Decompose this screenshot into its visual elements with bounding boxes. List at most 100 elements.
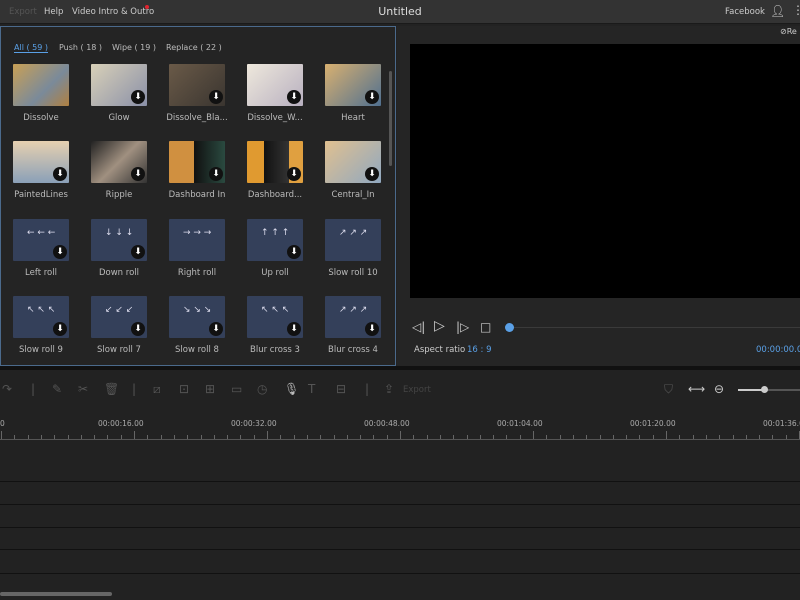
play-icon[interactable]: ▷ [434, 318, 445, 334]
download-icon[interactable]: ⬇ [287, 322, 301, 336]
download-icon[interactable]: ⬇ [131, 90, 145, 104]
arrow-icon: ↗ ↗ ↗ [339, 305, 368, 315]
download-icon[interactable]: ⬇ [287, 245, 301, 259]
transition-thumbnail: ⬇ [325, 141, 381, 183]
transition-item[interactable]: ↗ ↗ ↗ Slow roll 10 [325, 219, 381, 278]
export-button[interactable]: Export [403, 385, 431, 395]
playback-progress[interactable] [509, 327, 800, 328]
edit-icon[interactable]: ✎ [52, 382, 62, 396]
download-icon[interactable]: ⬇ [209, 322, 223, 336]
playhead-knob[interactable] [505, 323, 514, 332]
download-icon[interactable]: ⬇ [365, 90, 379, 104]
speech-to-text-icon[interactable]: ⊟ [336, 382, 346, 396]
transition-label: Down roll [98, 268, 140, 278]
download-icon[interactable]: ⬇ [53, 167, 67, 181]
mosaic-icon[interactable]: ⊞ [205, 382, 215, 396]
download-icon[interactable]: ⬇ [131, 322, 145, 336]
duration-icon[interactable]: ◷ [257, 382, 267, 396]
transition-item[interactable]: ↗ ↗ ↗ ⬇ Blur cross 4 [325, 296, 381, 355]
render-button[interactable]: ⊘Re [780, 27, 797, 36]
download-icon[interactable]: ⬇ [287, 90, 301, 104]
download-icon[interactable]: ⬇ [53, 322, 67, 336]
transition-item[interactable]: ⬇ Heart [325, 64, 381, 123]
more-icon[interactable]: ⋮ [792, 3, 800, 17]
download-icon[interactable]: ⬇ [365, 322, 379, 336]
transition-item[interactable]: ⬇ Dissolve_W... [247, 64, 303, 123]
transition-item[interactable]: ← ← ← ⬇ Left roll [13, 219, 69, 278]
download-icon[interactable]: ⬇ [209, 167, 223, 181]
next-frame-icon[interactable]: |▷ [456, 320, 469, 334]
transition-label: Dashboard... [247, 190, 303, 200]
freeze-frame-icon[interactable]: ▭ [231, 382, 242, 396]
text-to-speech-icon[interactable]: T [308, 382, 315, 396]
panel-scrollbar[interactable] [389, 71, 392, 166]
zoom-out-icon[interactable]: ⊖ [714, 382, 724, 396]
transition-thumbnail [13, 64, 69, 106]
redo-icon[interactable]: ↷ [2, 382, 12, 396]
ruler-tick [134, 431, 135, 439]
transition-thumbnail: ⬇ [91, 141, 147, 183]
transition-label: Slow roll 9 [19, 345, 63, 355]
microphone-icon[interactable]: 🎙︎ [284, 382, 299, 396]
download-icon[interactable]: ⬇ [131, 167, 145, 181]
transition-item[interactable]: ↙ ↙ ↙ ⬇ Slow roll 7 [91, 296, 147, 355]
transition-item[interactable]: ⬇ Dashboard... [247, 141, 303, 200]
transition-label: Ripple [105, 190, 133, 200]
transition-thumbnail: ↗ ↗ ↗ ⬇ [325, 296, 381, 338]
transition-thumbnail: ↓ ↓ ↓ ⬇ [91, 219, 147, 261]
download-icon[interactable]: ⬇ [131, 245, 145, 259]
ruler-tick [400, 431, 401, 439]
tab-wipe[interactable]: Wipe ( 19 ) [112, 43, 156, 52]
delete-icon[interactable]: 🗑︎ [104, 382, 119, 396]
transition-label: Dissolve_W... [247, 113, 303, 123]
ruler-label: 0 [0, 419, 5, 428]
zoom-slider-handle[interactable] [761, 386, 768, 393]
transition-label: Glow [108, 113, 130, 123]
user-icon[interactable]: 👤︎ [770, 4, 785, 18]
facebook-link[interactable]: Facebook [725, 7, 765, 17]
transition-item[interactable]: ↓ ↓ ↓ ⬇ Down roll [91, 219, 147, 278]
transition-item[interactable]: ↘ ↘ ↘ ⬇ Slow roll 8 [169, 296, 225, 355]
tab-replace[interactable]: Replace ( 22 ) [166, 43, 222, 52]
transition-item[interactable]: ⬇ Glow [91, 64, 147, 123]
crop-icon[interactable]: ⧄ [153, 382, 161, 397]
transition-item[interactable]: → → → Right roll [169, 219, 225, 278]
panel-divider[interactable] [0, 366, 800, 370]
transition-item[interactable]: ⬇ PaintedLines [13, 141, 69, 200]
stop-icon[interactable]: □ [480, 320, 491, 334]
download-icon[interactable]: ⬇ [53, 245, 67, 259]
transition-thumbnail: ← ← ← ⬇ [13, 219, 69, 261]
cut-icon[interactable]: ✂ [78, 382, 88, 396]
transition-item[interactable]: ↖ ↖ ↖ ⬇ Slow roll 9 [13, 296, 69, 355]
download-icon[interactable]: ⬇ [287, 167, 301, 181]
separator: | [365, 382, 370, 396]
download-icon[interactable]: ⬇ [365, 167, 379, 181]
window-title: Untitled [378, 5, 422, 18]
transition-item[interactable]: ↖ ↖ ↖ ⬇ Blur cross 3 [247, 296, 303, 355]
aspect-ratio-value[interactable]: 16 : 9 [467, 345, 492, 355]
tab-all[interactable]: All ( 59 ) [14, 43, 48, 53]
transition-item[interactable]: ⬇ Dissolve_Bla... [166, 64, 228, 123]
download-icon[interactable]: ⬇ [209, 90, 223, 104]
transition-item[interactable]: ↑ ↑ ↑ ⬇ Up roll [247, 219, 303, 278]
fit-timeline-icon[interactable]: ⟷ [688, 382, 705, 396]
track-separator [0, 527, 800, 528]
transition-thumbnail: ⬇ [247, 141, 303, 183]
timeline-scrollbar[interactable] [0, 592, 112, 596]
tab-push[interactable]: Push ( 18 ) [59, 43, 102, 52]
ruler-tick [666, 431, 667, 439]
transition-thumbnail: ⬇ [325, 64, 381, 106]
transition-thumbnail: ⬇ [13, 141, 69, 183]
transition-item[interactable]: ⬇ Ripple [91, 141, 147, 200]
zoom-frame-icon[interactable]: ⊡ [179, 382, 189, 396]
ruler-tick [533, 431, 534, 439]
ruler-label: 00:01:04.00 [497, 419, 543, 428]
transition-item[interactable]: ⬇ Dashboard In [169, 141, 225, 200]
marker-icon[interactable]: ⛉ [664, 382, 673, 397]
export-icon[interactable]: ⇪ [384, 382, 394, 396]
transition-item[interactable]: ⬇ Central_In [325, 141, 381, 200]
previous-frame-icon[interactable]: ◁| [412, 320, 425, 334]
transition-item[interactable]: Dissolve [13, 64, 69, 123]
transition-label: Right roll [177, 268, 217, 278]
track-separator [0, 573, 800, 574]
